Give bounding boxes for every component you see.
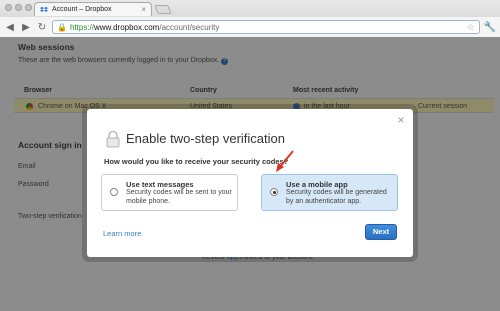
- radio-text-messages[interactable]: [110, 188, 118, 196]
- url-path: /account/security: [159, 22, 220, 32]
- zoom-window-button[interactable]: [25, 4, 32, 11]
- new-tab-button[interactable]: [154, 5, 172, 14]
- modal-title: Enable two-step verification: [126, 131, 285, 146]
- url-host: www.dropbox.com: [93, 22, 160, 32]
- address-bar[interactable]: 🔒 https://www.dropbox.com/account/securi…: [52, 20, 480, 34]
- modal-question: How would you like to receive your secur…: [104, 157, 289, 166]
- window-controls: [5, 4, 32, 11]
- back-icon[interactable]: ◀: [4, 21, 16, 33]
- radio-mobile-app[interactable]: [270, 188, 278, 196]
- tab-title: Account – Dropbox: [52, 6, 112, 13]
- browser-tab[interactable]: Account – Dropbox ×: [34, 2, 152, 16]
- option-text-messages[interactable]: Use text messages Security codes will be…: [101, 174, 238, 211]
- browser-chrome: Account – Dropbox × ◀ ▶ ↻ 🔒 https://www.…: [0, 0, 500, 37]
- option-title: Use text messages: [126, 180, 194, 189]
- toolbar: ◀ ▶ ↻ 🔒 https://www.dropbox.com/account/…: [0, 17, 500, 37]
- option-title: Use a mobile app: [286, 180, 348, 189]
- url-scheme: https://: [69, 22, 94, 32]
- close-icon[interactable]: ×: [395, 114, 407, 127]
- option-mobile-app[interactable]: Use a mobile app Security codes will be …: [261, 174, 398, 211]
- two-step-modal: × Enable two-step verification How would…: [87, 109, 413, 257]
- tab-close-icon[interactable]: ×: [141, 5, 146, 14]
- dropbox-favicon-icon: [40, 6, 48, 12]
- padlock-icon: [106, 130, 120, 148]
- minimize-window-button[interactable]: [15, 4, 22, 11]
- red-arrow-icon: [276, 150, 294, 172]
- wrench-icon[interactable]: 🔧: [484, 22, 496, 33]
- next-button[interactable]: Next: [365, 224, 397, 240]
- forward-icon[interactable]: ▶: [20, 21, 32, 33]
- close-window-button[interactable]: [5, 4, 12, 11]
- option-description: Security codes will be sent to your mobi…: [126, 189, 232, 205]
- bookmark-star-icon[interactable]: ☆: [466, 22, 474, 33]
- option-description: Security codes will be generated by an a…: [286, 189, 387, 205]
- lock-icon: 🔒: [57, 22, 67, 32]
- learn-more-link[interactable]: Learn more: [103, 229, 141, 238]
- reload-icon[interactable]: ↻: [36, 21, 48, 33]
